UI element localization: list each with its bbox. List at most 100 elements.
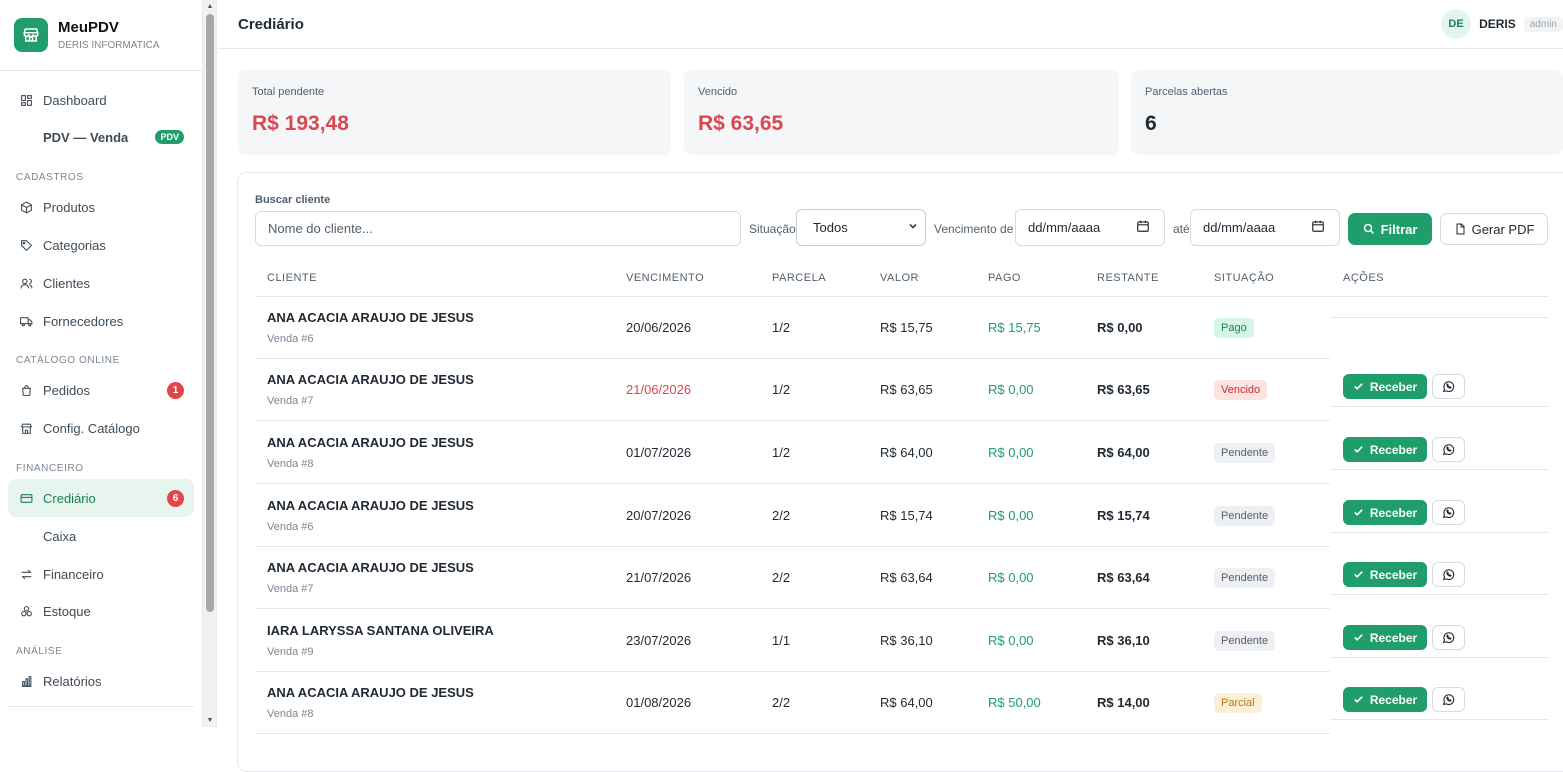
sidebar-item-pdv[interactable]: PDV — Venda PDV [8, 118, 194, 156]
receive-button-label: Receber [1369, 567, 1418, 582]
sidebar-item-produtos[interactable]: Produtos [8, 188, 194, 226]
scrollbar-thumb[interactable] [206, 14, 214, 612]
search-input[interactable]: Nome do cliente... [255, 211, 741, 246]
filter-button-label: Filtrar [1380, 221, 1418, 237]
whatsapp-button[interactable] [1432, 374, 1465, 399]
sale-reference: Venda #6 [267, 333, 314, 345]
card-total-pendente: Total pendente R$ 193,48 [238, 70, 671, 155]
due-date: 01/07/2026 [626, 445, 692, 460]
sidebar-item-label: Dashboard [43, 92, 107, 108]
status-badge: Pendente [1214, 568, 1276, 588]
sidebar-item-dashboard[interactable]: Dashboard [8, 81, 194, 119]
receive-button-label: Receber [1369, 379, 1418, 394]
installment: 2/2 [772, 570, 791, 585]
card-label: Parcelas abertas [1145, 86, 1228, 98]
pdf-button[interactable]: Gerar PDF [1440, 213, 1548, 245]
receive-button[interactable]: Receber [1343, 437, 1427, 462]
value: R$ 63,64 [880, 570, 933, 585]
sidebar-item-estoque[interactable]: Estoque [8, 592, 194, 630]
sidebar-scrollbar[interactable]: ▲ ▼ [203, 0, 217, 727]
whatsapp-icon [1442, 631, 1455, 644]
box-icon [19, 200, 33, 214]
value: R$ 15,75 [880, 320, 933, 335]
store-logo-icon [14, 18, 48, 52]
sidebar-item-financeiro[interactable]: Financeiro [8, 555, 194, 593]
row-divider [255, 546, 1330, 547]
value: R$ 63,65 [880, 382, 933, 397]
sidebar-item-clientes[interactable]: Clientes [8, 264, 194, 302]
remaining-amount: R$ 14,00 [1097, 695, 1150, 710]
whatsapp-icon [1442, 380, 1455, 393]
calendar-icon[interactable] [1136, 219, 1150, 236]
truck-icon [19, 314, 33, 328]
client-name: ANA ACACIA ARAUJO DE JESUS [267, 372, 474, 387]
value: R$ 64,00 [880, 445, 933, 460]
whatsapp-button[interactable] [1432, 625, 1465, 650]
installment: 2/2 [772, 508, 791, 523]
sidebar-item-caixa[interactable]: Caixa [8, 517, 194, 555]
scroll-up-icon[interactable]: ▲ [206, 3, 214, 11]
brand-name: MeuPDV [58, 19, 119, 36]
paid-amount: R$ 0,00 [988, 445, 1034, 460]
sidebar-item-config-catalogo[interactable]: Config. Catálogo [8, 409, 194, 447]
installment: 2/2 [772, 695, 791, 710]
whatsapp-button[interactable] [1432, 687, 1465, 712]
receive-button[interactable]: Receber [1343, 562, 1427, 587]
chevron-down-icon [907, 220, 919, 235]
sidebar-item-pedidos[interactable]: Pedidos 1 [8, 371, 194, 409]
filter-button[interactable]: Filtrar [1348, 213, 1432, 245]
chart-icon [19, 674, 33, 688]
card-parcelas-abertas: Parcelas abertas 6 [1131, 70, 1563, 155]
client-name: ANA ACACIA ARAUJO DE JESUS [267, 498, 474, 513]
until-label: até [1173, 222, 1190, 236]
date-from-input[interactable]: dd/mm/aaaa [1015, 209, 1165, 246]
bag-icon [19, 383, 33, 397]
sidebar-item-relatorios[interactable]: Relatórios [8, 662, 194, 700]
check-icon [1353, 381, 1364, 392]
whatsapp-button[interactable] [1432, 500, 1465, 525]
receive-button[interactable]: Receber [1343, 374, 1427, 399]
col-acoes: AÇÕES [1343, 272, 1385, 284]
scroll-down-icon[interactable]: ▼ [206, 717, 214, 725]
sidebar-item-categorias[interactable]: Categorias [8, 226, 194, 264]
card-value: R$ 63,65 [698, 112, 784, 135]
whatsapp-button[interactable] [1432, 562, 1465, 587]
sidebar-item-label: Categorias [43, 237, 106, 253]
remaining-amount: R$ 63,64 [1097, 570, 1150, 585]
client-name: ANA ACACIA ARAUJO DE JESUS [267, 560, 474, 575]
crediario-panel [237, 172, 1563, 772]
paid-amount: R$ 0,00 [988, 570, 1034, 585]
status-badge: Vencido [1214, 380, 1268, 400]
whatsapp-button[interactable] [1432, 437, 1465, 462]
status-badge: Pago [1214, 318, 1254, 338]
value: R$ 15,74 [880, 508, 933, 523]
user-menu[interactable]: DE DERIS admin [1441, 9, 1563, 39]
status-select-value: Todos [813, 220, 848, 235]
sidebar-item-crediario[interactable]: Crediário 6 [8, 479, 194, 517]
row-divider [255, 671, 1330, 672]
due-label: Vencimento de [934, 222, 1014, 236]
sidebar-item-label: Produtos [43, 199, 96, 215]
col-pago: PAGO [988, 272, 1021, 284]
status-badge: Pendente [1214, 631, 1276, 651]
client-name: ANA ACACIA ARAUJO DE JESUS [267, 310, 474, 325]
client-name: ANA ACACIA ARAUJO DE JESUS [267, 435, 474, 450]
col-valor: VALOR [880, 272, 919, 284]
receive-button[interactable]: Receber [1343, 500, 1427, 525]
crediario-count-badge: 6 [167, 489, 184, 507]
actions-divider [1330, 469, 1548, 470]
value: R$ 64,00 [880, 695, 933, 710]
page-title: Crediário [238, 15, 304, 33]
date-to-input[interactable]: dd/mm/aaaa [1190, 209, 1340, 246]
sidebar-item-label: Estoque [43, 603, 91, 619]
card-value: 6 [1145, 112, 1157, 135]
col-situacao: SITUAÇÃO [1214, 272, 1275, 284]
status-select[interactable]: Todos [796, 209, 926, 246]
tag-icon [19, 238, 33, 252]
arrows-icon [19, 567, 33, 581]
receive-button[interactable]: Receber [1343, 625, 1427, 650]
receive-button[interactable]: Receber [1343, 687, 1427, 712]
calendar-icon[interactable] [1311, 219, 1325, 236]
sidebar-item-fornecedores[interactable]: Fornecedores [8, 302, 194, 340]
row-divider [255, 420, 1330, 421]
